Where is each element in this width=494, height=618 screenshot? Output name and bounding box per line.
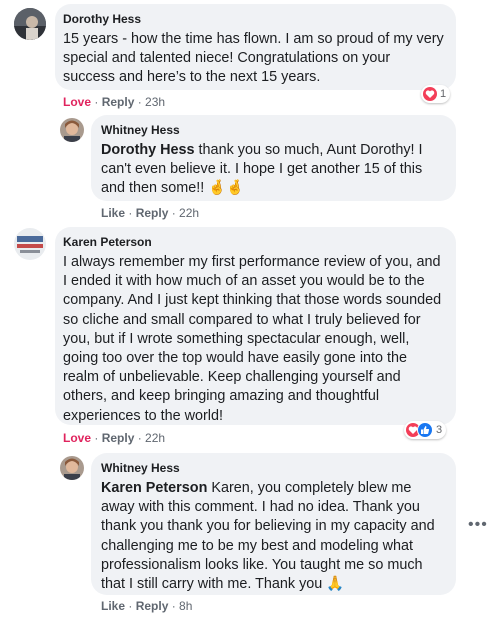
reaction-count: 1 xyxy=(440,88,447,100)
mention-link[interactable]: Karen Peterson xyxy=(101,480,207,496)
love-button[interactable]: Love xyxy=(63,95,91,109)
separator: · xyxy=(168,206,180,220)
timestamp[interactable]: 23h xyxy=(145,95,165,109)
timestamp[interactable]: 22h xyxy=(179,206,199,220)
timestamp[interactable]: 22h xyxy=(145,431,165,445)
separator: · xyxy=(91,95,102,109)
avatar-karen-peterson[interactable] xyxy=(14,228,46,260)
separator: · xyxy=(125,206,136,220)
reply-button[interactable]: Reply xyxy=(136,599,169,613)
separator: · xyxy=(134,95,146,109)
love-button[interactable]: Love xyxy=(63,431,91,445)
avatar-dorothy-hess[interactable] xyxy=(14,8,46,40)
comment-text: Karen, you completely blew me away with … xyxy=(101,480,435,593)
timestamp[interactable]: 8h xyxy=(179,599,192,613)
like-icon xyxy=(417,422,433,438)
reply-button[interactable]: Reply xyxy=(102,431,135,445)
separator: · xyxy=(168,599,180,613)
comment-author[interactable]: Whitney Hess xyxy=(101,123,444,137)
comment-author[interactable]: Whitney Hess xyxy=(101,461,444,475)
separator: · xyxy=(91,431,102,445)
comment-bubble: Dorothy Hess 15 years - how the time has… xyxy=(55,4,456,90)
comment-actions: Like · Reply · 22h xyxy=(101,206,199,220)
comment-author[interactable]: Dorothy Hess xyxy=(63,12,444,26)
comment-bubble: Karen Peterson I always remember my firs… xyxy=(55,227,456,425)
comment-text: 15 years - how the time has flown. I am … xyxy=(63,31,444,86)
mention-link[interactable]: Dorothy Hess xyxy=(101,142,195,158)
separator: · xyxy=(125,599,136,613)
reply-button[interactable]: Reply xyxy=(102,95,135,109)
reply-bubble: Whitney Hess Karen Peterson Karen, you c… xyxy=(91,453,456,595)
avatar-whitney-hess[interactable] xyxy=(60,456,84,480)
comment-author[interactable]: Karen Peterson xyxy=(63,235,444,249)
avatar-whitney-hess[interactable] xyxy=(60,118,84,142)
heart-icon xyxy=(423,87,437,101)
comment-text: I always remember my first performance r… xyxy=(63,254,442,424)
like-button[interactable]: Like xyxy=(101,206,125,220)
reply-button[interactable]: Reply xyxy=(136,206,169,220)
reaction-summary[interactable]: 1 xyxy=(421,85,451,103)
comment-actions: Love · Reply · 23h xyxy=(63,95,165,109)
comment-actions: Love · Reply · 22h xyxy=(63,431,165,445)
reaction-count: 3 xyxy=(436,424,443,436)
more-options-icon[interactable]: ••• xyxy=(468,516,488,534)
like-button[interactable]: Like xyxy=(101,599,125,613)
comment-actions: Like · Reply · 8h xyxy=(101,599,192,613)
reaction-summary[interactable]: 3 xyxy=(404,421,447,439)
separator: · xyxy=(134,431,146,445)
reply-bubble: Whitney Hess Dorothy Hess thank you so m… xyxy=(91,115,456,201)
